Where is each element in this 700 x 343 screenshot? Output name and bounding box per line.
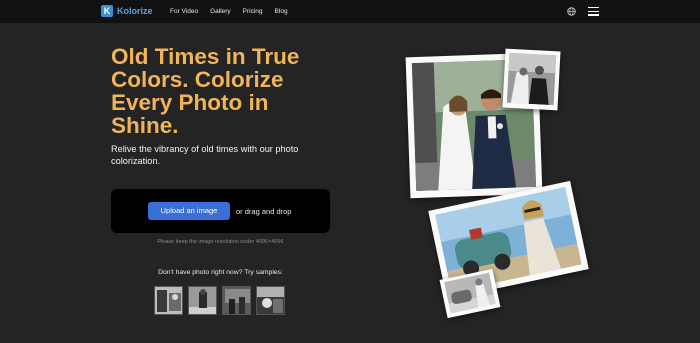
nav-link-pricing[interactable]: Pricing (243, 8, 263, 15)
nav-link-gallery[interactable]: Gallery (210, 8, 231, 15)
nav-links: For Video Gallery Pricing Blog (170, 8, 288, 15)
hero-subtext: Relive the vibrancy of old times with ou… (111, 144, 299, 166)
hamburger-menu-icon[interactable] (588, 7, 599, 16)
resolution-hint: Please keep the image resolution under 4… (157, 239, 284, 245)
upload-dropzone[interactable]: Upload an image or drag and drop (111, 189, 330, 233)
top-nav: K Kolorize For Video Gallery Pricing Blo… (0, 0, 700, 23)
brand-name: Kolorize (117, 6, 153, 16)
wedding-bw-photo (502, 48, 561, 111)
brand-mark: K (101, 5, 113, 17)
nav-link-blog[interactable]: Blog (275, 8, 288, 15)
brand-logo[interactable]: K Kolorize (101, 5, 153, 17)
hero-headline: Old Times in True Colors. Colorize Every… (111, 44, 300, 138)
nav-link-for-video[interactable]: For Video (170, 8, 198, 15)
upload-image-button[interactable]: Upload an image (148, 202, 230, 220)
samples-title: Don't have photo right now? Try samples: (158, 269, 283, 276)
drag-drop-text: or drag and drop (236, 207, 292, 216)
sample-thumbnails (154, 286, 285, 315)
sample-image-2[interactable] (188, 286, 217, 315)
sample-image-3[interactable] (222, 286, 251, 315)
sample-image-4[interactable] (256, 286, 285, 315)
globe-icon[interactable] (567, 7, 576, 16)
sample-image-1[interactable] (154, 286, 183, 315)
